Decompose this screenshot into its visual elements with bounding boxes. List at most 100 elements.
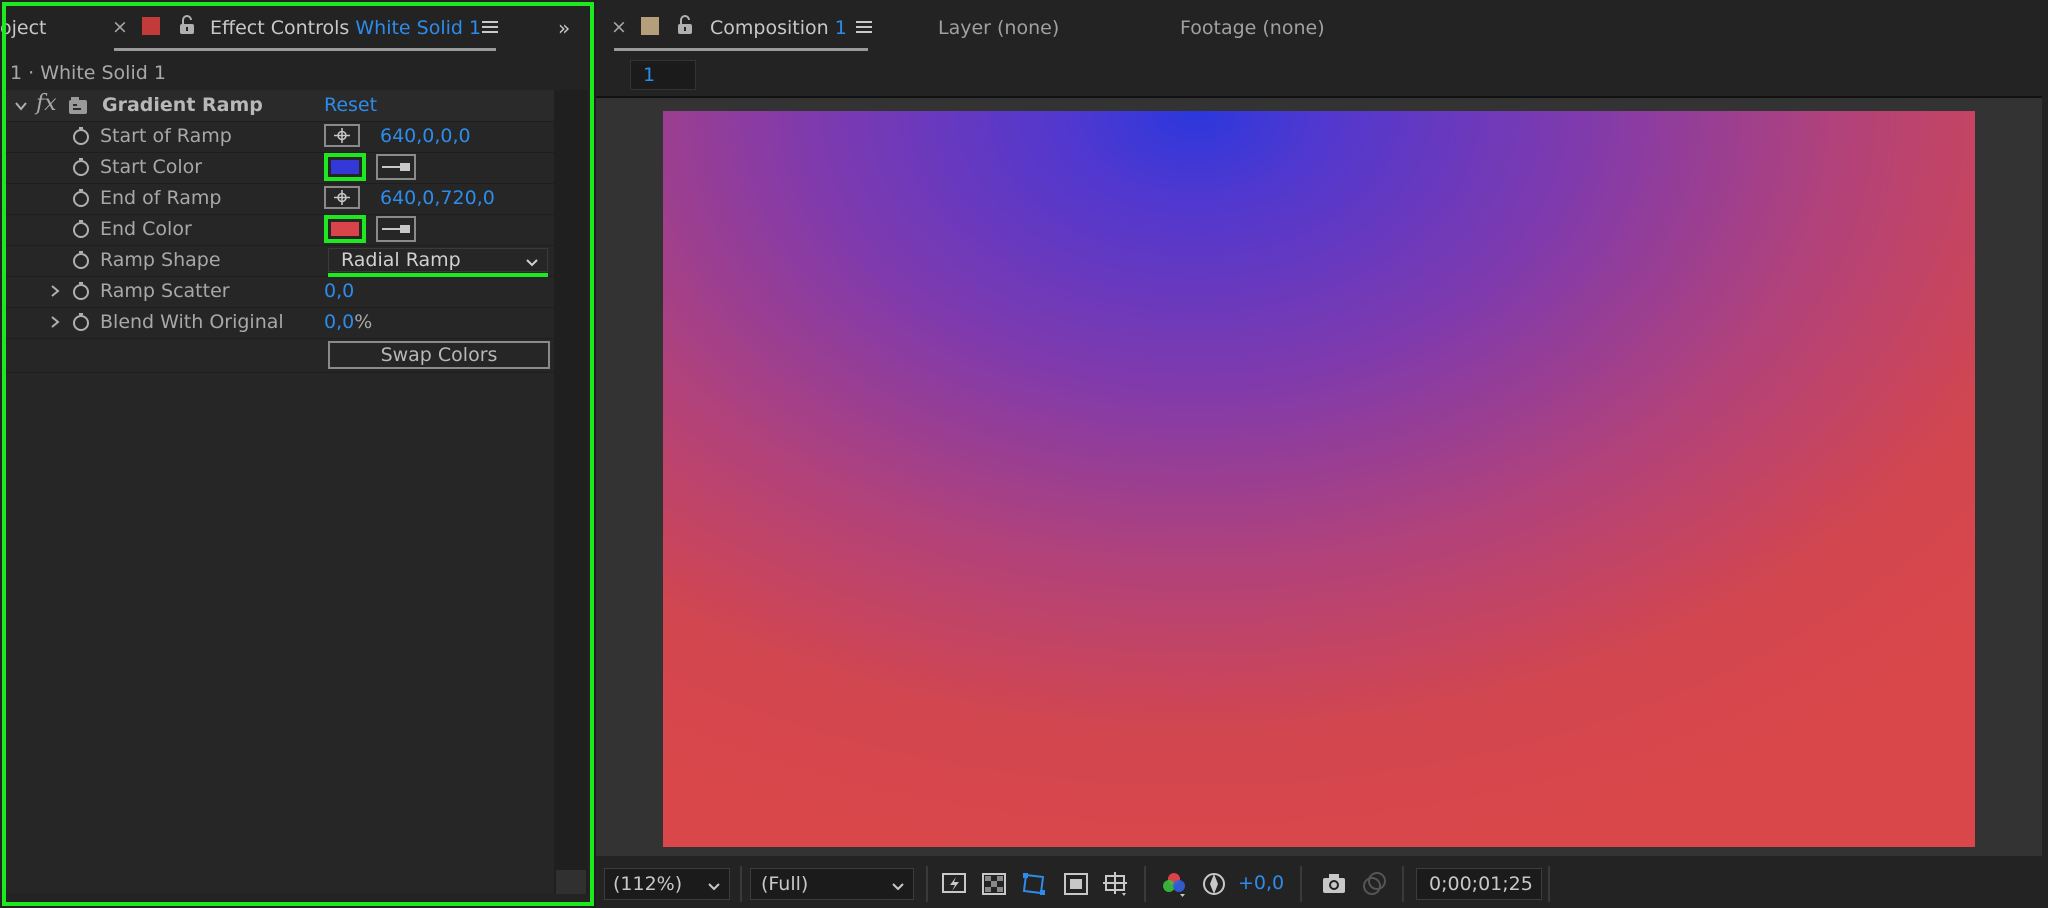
scrollbar-thumb[interactable]	[556, 870, 586, 894]
divider	[926, 866, 928, 902]
property-row-ramp-scatter: Ramp Scatter 0,0	[6, 276, 554, 308]
effect-preset-icon	[68, 96, 88, 116]
color-fill	[331, 222, 359, 236]
property-label: Start of Ramp	[100, 125, 232, 147]
eyedropper-icon[interactable]	[376, 216, 416, 242]
dropdown-value: Radial Ramp	[341, 249, 461, 271]
stopwatch-icon[interactable]	[72, 220, 90, 238]
snapshot-camera-icon[interactable]	[1320, 870, 1348, 898]
twirl-down-icon[interactable]	[14, 98, 28, 112]
stopwatch-icon[interactable]	[72, 127, 90, 145]
resolution-value: (Full)	[761, 873, 809, 895]
property-value[interactable]: 640,0,0,0	[380, 125, 471, 147]
grid-guide-options-icon[interactable]	[1102, 870, 1130, 898]
property-value[interactable]: 0,0%	[324, 311, 372, 333]
show-snapshot-icon[interactable]	[1360, 870, 1388, 898]
property-row-swap-colors: Swap Colors	[6, 338, 554, 373]
divider	[1144, 866, 1146, 902]
stopwatch-icon[interactable]	[72, 158, 90, 176]
current-time-field[interactable]: 0;00;01;25	[1416, 868, 1542, 900]
chevron-down-icon	[707, 877, 721, 891]
layer-title: 1 · White Solid 1	[10, 62, 166, 84]
chevron-down-icon	[525, 253, 539, 267]
chevron-down-icon	[891, 877, 905, 891]
panel-menu-icon[interactable]	[856, 19, 872, 33]
channel-rgb-icon[interactable]	[1160, 870, 1188, 898]
reset-link[interactable]: Reset	[324, 94, 377, 116]
eyedropper-icon[interactable]	[376, 154, 416, 180]
gradient-ramp-preview[interactable]	[663, 111, 1975, 847]
region-of-interest-icon[interactable]	[1062, 870, 1090, 898]
divider	[740, 866, 742, 902]
tab-composition-number: 1	[834, 17, 847, 39]
point-target-icon[interactable]	[324, 186, 360, 209]
scrollbar[interactable]	[554, 90, 588, 894]
property-label: Ramp Scatter	[100, 280, 230, 302]
lock-icon[interactable]	[676, 15, 694, 35]
property-label: End Color	[100, 218, 192, 240]
property-row-start-color: Start Color	[6, 152, 554, 184]
stopwatch-icon[interactable]	[72, 189, 90, 207]
point-target-icon[interactable]	[324, 124, 360, 147]
zoom-value: (112%)	[613, 873, 683, 895]
panel-overflow-icon[interactable]: »	[558, 16, 570, 40]
tab-footage[interactable]: Footage (none)	[1180, 17, 1325, 39]
tab-effect-controls-layer: White Solid 1	[355, 17, 482, 39]
label-color-swatch[interactable]	[142, 17, 160, 35]
active-tab-underline	[614, 48, 868, 51]
left-tab-bar: oject × Effect Controls White Solid 1 »	[0, 0, 594, 55]
tab-effect-controls-label: Effect Controls	[210, 17, 350, 39]
tab-composition[interactable]: Composition 1	[710, 17, 847, 39]
property-label: Ramp Shape	[100, 249, 221, 271]
magnification-dropdown[interactable]: (112%)	[604, 868, 730, 900]
ramp-shape-dropdown[interactable]: Radial Ramp	[328, 248, 548, 272]
stopwatch-icon[interactable]	[72, 282, 90, 300]
stopwatch-icon[interactable]	[72, 251, 90, 269]
property-row-end-of-ramp: End of Ramp 640,0,720,0	[6, 183, 554, 215]
property-row-blend-with-original: Blend With Original 0,0%	[6, 307, 554, 339]
divider	[1300, 866, 1302, 902]
label-color-swatch[interactable]	[641, 17, 659, 35]
exposure-value[interactable]: +0,0	[1238, 872, 1284, 894]
property-label: Start Color	[100, 156, 203, 178]
comp-breadcrumb[interactable]: 1	[630, 60, 696, 90]
tab-effect-controls[interactable]: Effect Controls White Solid 1	[210, 17, 481, 39]
end-color-swatch[interactable]	[324, 215, 366, 243]
start-color-swatch[interactable]	[324, 153, 366, 181]
fast-previews-icon[interactable]	[940, 870, 968, 898]
timecode-value: 0;00;01;25	[1429, 873, 1533, 895]
mask-visibility-icon[interactable]	[1020, 870, 1048, 898]
property-row-end-color: End Color	[6, 214, 554, 246]
lock-icon[interactable]	[178, 15, 196, 35]
tab-project[interactable]: oject	[0, 17, 47, 39]
divider	[1548, 866, 1550, 902]
property-value[interactable]: 0,0	[324, 280, 354, 302]
color-fill	[331, 160, 359, 174]
property-label: End of Ramp	[100, 187, 222, 209]
twirl-right-icon[interactable]	[48, 283, 62, 297]
transparency-grid-icon[interactable]	[980, 870, 1008, 898]
panel-menu-icon[interactable]	[482, 19, 498, 33]
property-row-ramp-shape: Ramp Shape Radial Ramp	[6, 245, 554, 277]
value-number: 0,0	[324, 311, 355, 333]
resolution-dropdown[interactable]: (Full)	[750, 868, 914, 900]
property-row-start-of-ramp: Start of Ramp 640,0,0,0	[6, 121, 554, 153]
effect-name: Gradient Ramp	[102, 94, 263, 116]
tab-layer[interactable]: Layer (none)	[938, 17, 1059, 39]
right-tab-bar: × Composition 1 Layer (none) Footage (no…	[596, 0, 2048, 55]
twirl-right-icon[interactable]	[48, 314, 62, 328]
effect-header-row: fx Gradient Ramp Reset	[6, 90, 554, 122]
property-label: Blend With Original	[100, 311, 284, 333]
active-tab-underline	[114, 48, 496, 51]
viewer-border	[596, 96, 2042, 98]
exposure-reset-icon[interactable]	[1200, 870, 1228, 898]
fx-toggle-icon[interactable]: fx	[36, 91, 57, 116]
value-unit: %	[354, 311, 373, 333]
tab-composition-label: Composition	[710, 17, 829, 39]
property-value[interactable]: 640,0,720,0	[380, 187, 495, 209]
swap-colors-button[interactable]: Swap Colors	[328, 341, 550, 369]
stopwatch-icon[interactable]	[72, 313, 90, 331]
close-tab-icon[interactable]: ×	[611, 16, 627, 38]
close-tab-icon[interactable]: ×	[112, 16, 128, 38]
divider	[1402, 866, 1404, 902]
